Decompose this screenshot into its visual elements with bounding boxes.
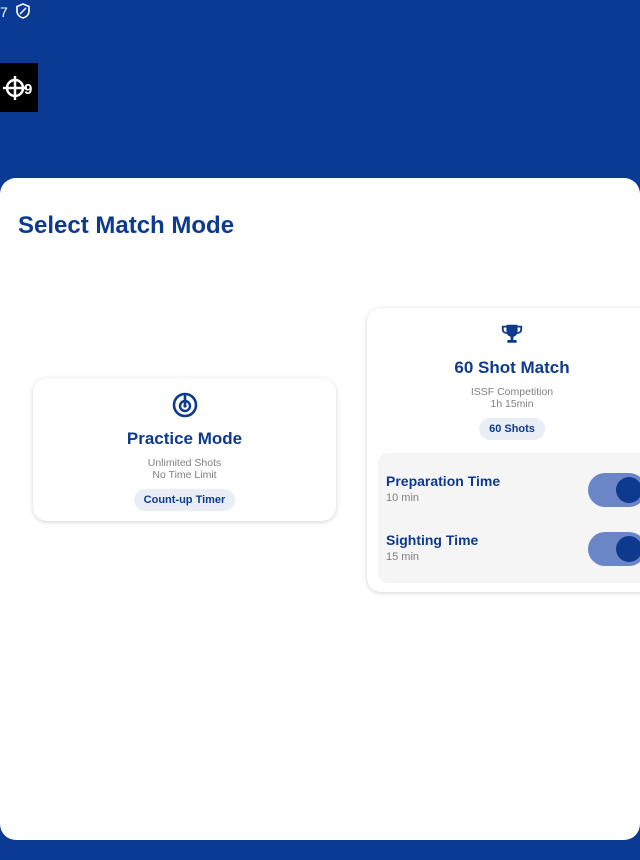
trophy-icon <box>500 322 524 351</box>
status-time: 7 <box>0 4 8 20</box>
sighting-time-option: Sighting Time 15 min <box>386 532 640 572</box>
status-bar: 7 <box>0 0 640 26</box>
mode-detail: No Time Limit <box>152 469 217 481</box>
mode-title: 60 Shot Match <box>454 358 570 377</box>
option-value: 15 min <box>386 551 420 563</box>
toggle-knob <box>616 477 640 503</box>
mode-detail: ISSF Competition <box>470 386 554 398</box>
sighting-time-toggle[interactable] <box>588 532 640 566</box>
toggle-knob <box>616 536 640 562</box>
practice-mode-card[interactable]: Practice Mode Unlimited Shots No Time Li… <box>33 378 336 521</box>
page-title: Select Match Mode <box>18 212 235 239</box>
option-label: Sighting Time <box>386 532 479 548</box>
mode-detail: 1h 15min <box>490 398 534 410</box>
shield-icon <box>16 3 30 19</box>
shots-badge: 60 Shots <box>479 418 545 440</box>
logo-icon: 9 <box>3 75 32 100</box>
mode-title: Practice Mode <box>126 429 243 448</box>
mode-selection-sheet: Select Match Mode Practice Mode Unlimite… <box>0 178 640 840</box>
mode-detail: Unlimited Shots <box>147 457 222 469</box>
sixty-shot-match-card[interactable]: 60 Shot Match ISSF Competition 1h 15min … <box>367 308 640 592</box>
preparation-time-option: Preparation Time 10 min <box>386 473 640 513</box>
app-logo[interactable]: 9 <box>0 63 38 112</box>
timer-badge: Count-up Timer <box>133 489 236 511</box>
match-options-panel: Preparation Time 10 min Sighting Time 15… <box>378 453 640 583</box>
option-label: Preparation Time <box>386 473 501 489</box>
preparation-time-toggle[interactable] <box>588 473 640 507</box>
svg-text:9: 9 <box>24 81 32 98</box>
radar-target-icon <box>172 392 198 423</box>
option-value: 10 min <box>386 492 420 504</box>
